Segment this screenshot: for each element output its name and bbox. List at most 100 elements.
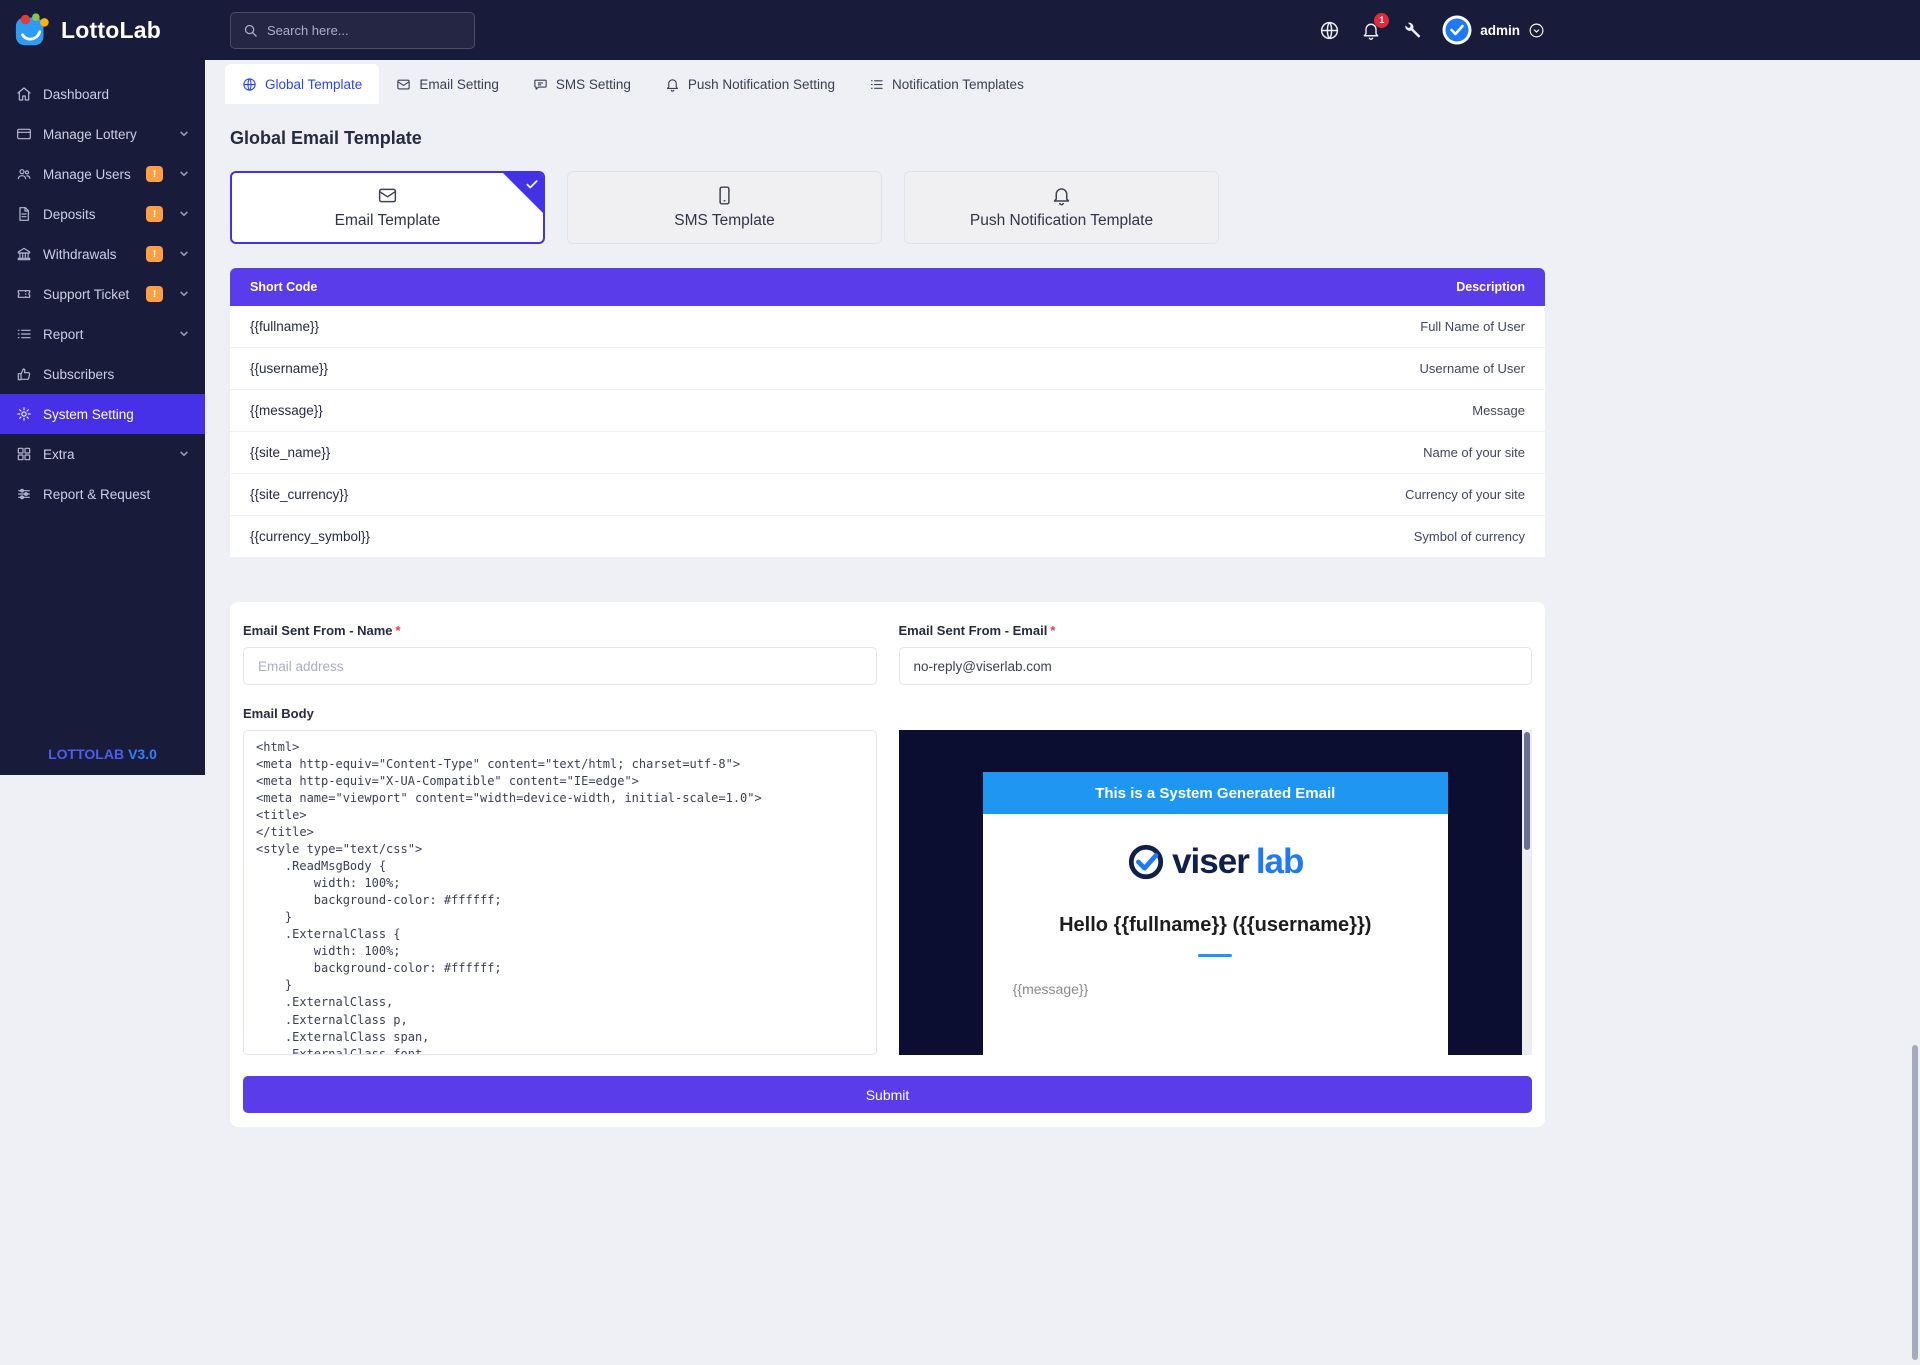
admin-menu[interactable]: admin <box>1442 15 1545 45</box>
tab-push-notification-setting[interactable]: Push Notification Setting <box>648 64 852 104</box>
sidebar-item-dashboard[interactable]: Dashboard <box>0 74 205 114</box>
app-logo[interactable]: LottoLab <box>0 0 205 60</box>
chevron-down-icon <box>179 209 189 219</box>
global-search[interactable] <box>230 12 475 49</box>
globe-icon <box>242 77 257 92</box>
sidebar-item-label: Deposits <box>43 207 135 222</box>
admin-avatar <box>1442 15 1472 45</box>
shortcode-description: Symbol of currency <box>1414 529 1525 544</box>
sent-from-name-label: Email Sent From - Name* <box>243 624 877 637</box>
email-template-card[interactable]: Email Template <box>230 171 545 244</box>
topbar-actions: 1 admin <box>1319 15 1545 45</box>
sidebar-item-label: Subscribers <box>43 367 189 382</box>
column-header-description: Description <box>1456 280 1525 294</box>
sidebar-item-manage-users[interactable]: Manage Users ! <box>0 154 205 194</box>
bank-icon <box>16 246 32 262</box>
lottery-card-icon <box>16 126 32 142</box>
settings-tabbar: Global Template Email Setting SMS Settin… <box>205 64 1569 104</box>
sms-template-card[interactable]: SMS Template <box>567 171 882 244</box>
shortcode-value: {{username}} <box>250 361 328 376</box>
sidebar-item-deposits[interactable]: Deposits ! <box>0 194 205 234</box>
tab-sms-setting[interactable]: SMS Setting <box>516 64 648 104</box>
settings-wrench-button[interactable] <box>1402 21 1421 40</box>
alert-badge: ! <box>146 246 163 262</box>
version-brand: LOTTOLAB <box>48 746 124 762</box>
sidebar-item-label: Manage Lottery <box>43 127 163 142</box>
viserlab-check-icon <box>1127 843 1165 881</box>
push-notification-template-card[interactable]: Push Notification Template <box>904 171 1219 244</box>
logo-text-part2: lab <box>1256 842 1304 882</box>
page-scrollbar[interactable] <box>1910 0 1920 1365</box>
main-area: Global Template Email Setting SMS Settin… <box>205 60 1569 1157</box>
column-header-shortcode: Short Code <box>250 280 317 294</box>
shortcode-description: Full Name of User <box>1420 319 1525 334</box>
preview-mail-card: This is a System Generated Email viserla… <box>983 772 1448 1055</box>
tab-notification-templates[interactable]: Notification Templates <box>852 64 1041 104</box>
preview-scrollbar[interactable] <box>1522 730 1532 1055</box>
sidebar-item-support-ticket[interactable]: Support Ticket ! <box>0 274 205 314</box>
label-text: Email Sent From - Email <box>899 623 1048 638</box>
shortcode-table-header: Short Code Description <box>230 268 1545 306</box>
page-scrollbar-thumb[interactable] <box>1912 1045 1918 1360</box>
sidebar-item-report-request[interactable]: Report & Request <box>0 474 205 514</box>
sent-from-name-input[interactable] <box>243 647 877 685</box>
topbar: LottoLab 1 <box>0 0 1920 60</box>
grid-icon <box>16 446 32 462</box>
sidebar-item-report[interactable]: Report <box>0 314 205 354</box>
sent-from-email-label: Email Sent From - Email* <box>899 624 1533 637</box>
language-globe-button[interactable] <box>1319 20 1340 41</box>
sidebar-item-label: System Setting <box>43 407 189 422</box>
tab-label: SMS Setting <box>556 77 631 92</box>
alert-badge: ! <box>146 166 163 182</box>
label-text: Email Sent From - Name <box>243 623 393 638</box>
tab-global-template[interactable]: Global Template <box>225 64 379 104</box>
thumbs-up-icon <box>16 366 32 382</box>
envelope-icon <box>396 77 411 92</box>
shortcode-value: {{site_name}} <box>250 445 330 460</box>
sidebar-item-label: Withdrawals <box>43 247 135 262</box>
gear-icon <box>16 406 32 422</box>
ticket-icon <box>16 286 32 302</box>
table-row: {{currency_symbol}} Symbol of currency <box>230 516 1545 558</box>
tab-label: Email Setting <box>419 77 499 92</box>
sent-from-email-group: Email Sent From - Email* <box>899 624 1533 685</box>
tab-email-setting[interactable]: Email Setting <box>379 64 516 104</box>
email-body-label: Email Body <box>243 707 877 720</box>
admin-label: admin <box>1480 23 1520 38</box>
card-label: SMS Template <box>674 212 775 230</box>
lottolab-logo-icon <box>14 11 52 49</box>
page-title: Global Email Template <box>230 128 1545 149</box>
preview-divider <box>1198 954 1232 957</box>
chat-bubble-icon <box>533 77 548 92</box>
preview-message: {{message}} <box>1013 981 1418 997</box>
sidebar-item-withdrawals[interactable]: Withdrawals ! <box>0 234 205 274</box>
sidebar-item-extra[interactable]: Extra <box>0 434 205 474</box>
submit-button[interactable]: Submit <box>243 1076 1532 1113</box>
sidebar-item-manage-lottery[interactable]: Manage Lottery <box>0 114 205 154</box>
table-row: {{site_name}} Name of your site <box>230 432 1545 474</box>
preview-scrollbar-thumb[interactable] <box>1524 732 1530 850</box>
chevron-down-icon <box>179 449 189 459</box>
shortcode-value: {{fullname}} <box>250 319 319 334</box>
email-template-form: Email Sent From - Name* Email Sent From … <box>230 602 1545 1127</box>
bell-icon <box>665 77 680 92</box>
table-row: {{site_currency}} Currency of your site <box>230 474 1545 516</box>
search-input[interactable] <box>267 23 462 38</box>
sidebar-item-label: Manage Users <box>43 167 135 182</box>
sidebar-item-label: Dashboard <box>43 87 189 102</box>
email-body-editor[interactable]: <html> <meta http-equiv="Content-Type" c… <box>243 730 877 1055</box>
sidebar-item-subscribers[interactable]: Subscribers <box>0 354 205 394</box>
chevron-down-icon <box>179 289 189 299</box>
notifications-bell-button[interactable]: 1 <box>1361 20 1381 41</box>
email-body-group: Email Body <html> <meta http-equiv="Cont… <box>243 707 877 1060</box>
smartphone-icon <box>714 185 735 206</box>
sidebar-item-system-setting[interactable]: System Setting <box>0 394 205 434</box>
sliders-icon <box>16 486 32 502</box>
page-content: Global Email Template Email Template SMS… <box>205 104 1569 1127</box>
sent-from-email-input[interactable] <box>899 647 1533 685</box>
shortcode-description: Currency of your site <box>1405 487 1525 502</box>
shortcode-description: Username of User <box>1420 361 1525 376</box>
tab-label: Notification Templates <box>892 77 1024 92</box>
shortcode-description: Name of your site <box>1423 445 1525 460</box>
table-row: {{fullname}} Full Name of User <box>230 306 1545 348</box>
